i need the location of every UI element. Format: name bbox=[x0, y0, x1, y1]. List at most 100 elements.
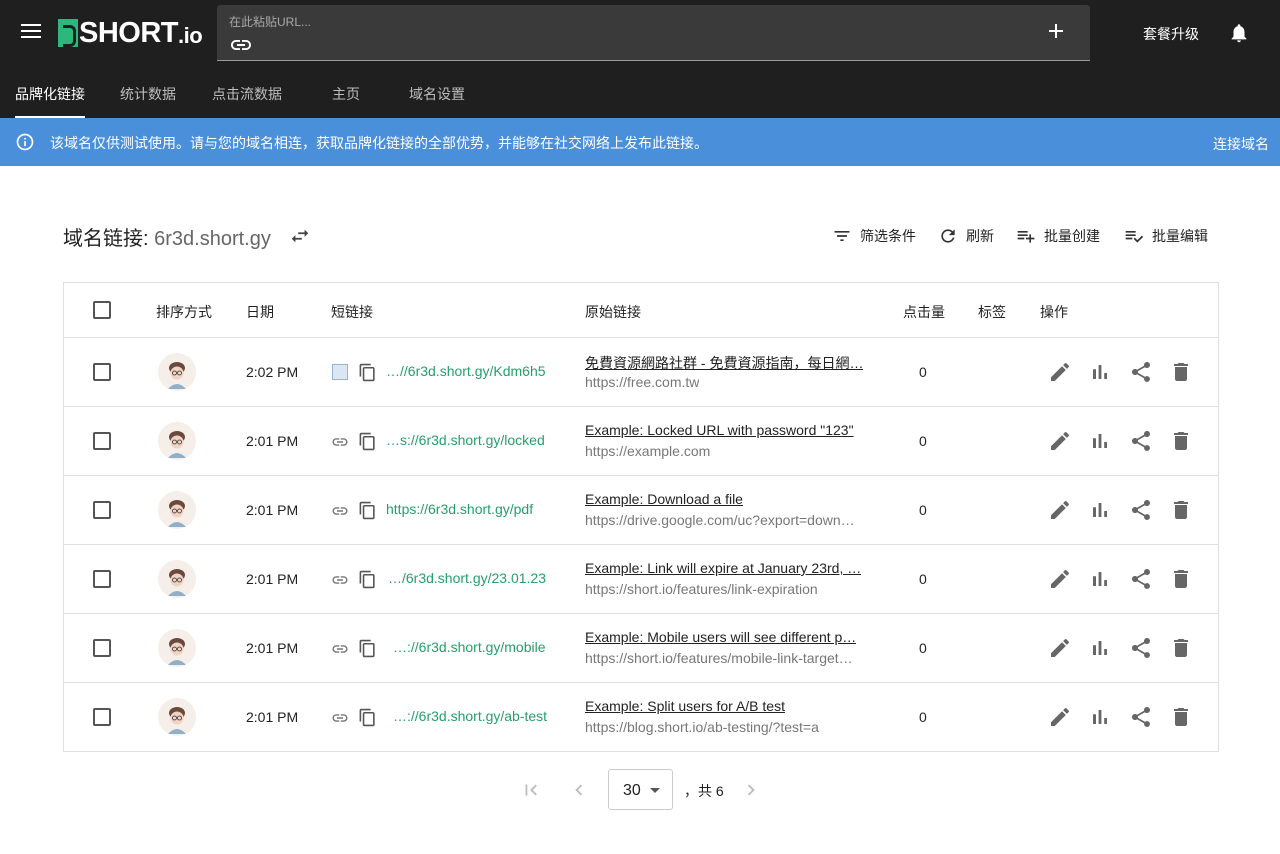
filter-label: 筛选条件 bbox=[860, 228, 916, 244]
playlist-add-icon bbox=[1017, 231, 1035, 243]
edit-icon[interactable] bbox=[1048, 636, 1072, 660]
delete-trash-icon[interactable] bbox=[1169, 705, 1193, 729]
short-link[interactable]: https://6r3d.short.gy/pdf bbox=[386, 501, 533, 517]
upgrade-plan-link[interactable]: 套餐升级 bbox=[1143, 24, 1199, 44]
bulk-edit-button[interactable]: 批量编辑 bbox=[1124, 226, 1208, 246]
stats-bar-chart-icon[interactable] bbox=[1088, 360, 1112, 384]
tab-domain-settings[interactable]: 域名设置 bbox=[409, 72, 465, 118]
domain-name: 6r3d.short.gy bbox=[154, 228, 271, 250]
url-input-placeholder: 在此粘贴URL... bbox=[229, 15, 312, 29]
edit-icon[interactable] bbox=[1048, 705, 1072, 729]
link-icon bbox=[332, 576, 348, 584]
row-date: 2:01 PM bbox=[246, 502, 299, 518]
copy-icon[interactable] bbox=[358, 639, 377, 658]
copy-icon[interactable] bbox=[358, 501, 377, 520]
copy-icon[interactable] bbox=[358, 432, 377, 451]
share-icon[interactable] bbox=[1129, 567, 1153, 591]
col-original-link: 原始链接 bbox=[585, 304, 641, 320]
original-link-title[interactable]: Example: Mobile users will see different… bbox=[585, 629, 856, 645]
tab-statistics[interactable]: 统计数据 bbox=[120, 72, 176, 118]
share-icon[interactable] bbox=[1129, 498, 1153, 522]
banner-text: 该域名仅供测试使用。请与您的域名相连，获取品牌化链接的全部优势，并能够在社交网络… bbox=[50, 135, 708, 151]
refresh-icon bbox=[941, 229, 955, 243]
swap-domain-icon[interactable] bbox=[289, 225, 311, 247]
short-io-logo[interactable]: SHORT .io bbox=[58, 16, 203, 50]
short-link[interactable]: …://6r3d.short.gy/ab-test bbox=[393, 708, 547, 724]
filter-icon bbox=[834, 231, 850, 241]
stats-bar-chart-icon[interactable] bbox=[1088, 429, 1112, 453]
delete-trash-icon[interactable] bbox=[1169, 636, 1193, 660]
original-link-title[interactable]: Example: Download a file bbox=[585, 491, 743, 507]
original-link-title[interactable]: Example: Split users for A/B test bbox=[585, 698, 785, 714]
add-link-icon[interactable] bbox=[1044, 19, 1068, 43]
connect-domain-link[interactable]: 连接域名 bbox=[1213, 134, 1269, 154]
row-date: 2:01 PM bbox=[246, 640, 299, 656]
col-actions: 操作 bbox=[1040, 304, 1068, 320]
col-short-link: 短链接 bbox=[331, 304, 373, 320]
copy-icon[interactable] bbox=[358, 708, 377, 727]
url-input[interactable]: 在此粘贴URL... bbox=[217, 5, 1090, 61]
row-checkbox[interactable] bbox=[93, 501, 111, 519]
notifications-bell-icon[interactable] bbox=[1228, 22, 1250, 44]
short-link[interactable]: …://6r3d.short.gy/mobile bbox=[393, 639, 546, 655]
tab-homepage[interactable]: 主页 bbox=[332, 72, 360, 118]
logo-text: SHORT bbox=[79, 16, 179, 49]
row-checkbox[interactable] bbox=[93, 570, 111, 588]
row-checkbox[interactable] bbox=[93, 363, 111, 381]
tab-branded-links[interactable]: 品牌化链接 bbox=[15, 72, 85, 118]
prev-page-icon[interactable] bbox=[568, 779, 590, 801]
tab-clickstream[interactable]: 点击流数据 bbox=[212, 72, 282, 118]
hamburger-menu-icon[interactable] bbox=[18, 20, 44, 46]
refresh-button[interactable]: 刷新 bbox=[938, 226, 994, 246]
edit-icon[interactable] bbox=[1048, 429, 1072, 453]
share-icon[interactable] bbox=[1129, 360, 1153, 384]
row-clicks: 0 bbox=[919, 571, 927, 587]
row-checkbox[interactable] bbox=[93, 639, 111, 657]
original-link-title[interactable]: 免費資源網路社群 - 免費資源指南，每日網… bbox=[585, 353, 863, 373]
stats-bar-chart-icon[interactable] bbox=[1088, 705, 1112, 729]
share-icon[interactable] bbox=[1129, 636, 1153, 660]
edit-icon[interactable] bbox=[1048, 360, 1072, 384]
col-date[interactable]: 日期 bbox=[246, 302, 274, 322]
stats-bar-chart-icon[interactable] bbox=[1088, 636, 1112, 660]
share-icon[interactable] bbox=[1129, 429, 1153, 453]
short-link[interactable]: …/6r3d.short.gy/23.01.23 bbox=[388, 570, 546, 586]
edit-icon[interactable] bbox=[1048, 498, 1072, 522]
bulk-create-button[interactable]: 批量创建 bbox=[1016, 226, 1100, 246]
short-link[interactable]: …//6r3d.short.gy/Kdm6h5 bbox=[386, 363, 546, 379]
link-icon bbox=[332, 438, 348, 446]
row-date: 2:01 PM bbox=[246, 571, 299, 587]
next-page-icon[interactable] bbox=[740, 779, 762, 801]
page-size-select[interactable]: 30 bbox=[608, 769, 673, 810]
filter-button[interactable]: 筛选条件 bbox=[832, 226, 916, 246]
col-clicks[interactable]: 点击量 bbox=[903, 302, 945, 322]
refresh-label: 刷新 bbox=[966, 228, 994, 244]
row-checkbox[interactable] bbox=[93, 432, 111, 450]
logo-mark-icon bbox=[58, 19, 78, 47]
select-all-checkbox[interactable] bbox=[93, 301, 111, 319]
stats-bar-chart-icon[interactable] bbox=[1088, 498, 1112, 522]
info-icon bbox=[16, 133, 34, 151]
link-icon bbox=[332, 714, 348, 722]
table-row: 2:01 PM …://6r3d.short.gy/ab-test Example:… bbox=[64, 683, 1218, 752]
logo-suffix: .io bbox=[178, 23, 203, 48]
short-link[interactable]: …s://6r3d.short.gy/locked bbox=[386, 432, 545, 448]
delete-trash-icon[interactable] bbox=[1169, 498, 1193, 522]
first-page-icon[interactable] bbox=[520, 779, 542, 801]
row-checkbox[interactable] bbox=[93, 708, 111, 726]
copy-icon[interactable] bbox=[358, 570, 377, 589]
row-date: 2:02 PM bbox=[246, 364, 299, 380]
copy-icon[interactable] bbox=[358, 363, 377, 382]
share-icon[interactable] bbox=[1129, 705, 1153, 729]
original-link-title[interactable]: Example: Locked URL with password "123" bbox=[585, 422, 854, 438]
col-sort[interactable]: 排序方式 bbox=[156, 302, 212, 322]
delete-trash-icon[interactable] bbox=[1169, 567, 1193, 591]
delete-trash-icon[interactable] bbox=[1169, 360, 1193, 384]
delete-trash-icon[interactable] bbox=[1169, 429, 1193, 453]
edit-icon[interactable] bbox=[1048, 567, 1072, 591]
original-link-title[interactable]: Example: Link will expire at January 23r… bbox=[585, 560, 861, 576]
original-link-url: https://blog.short.io/ab-testing/?test=a bbox=[585, 719, 819, 735]
dropdown-caret-icon bbox=[650, 788, 660, 793]
stats-bar-chart-icon[interactable] bbox=[1088, 567, 1112, 591]
links-table: 排序方式 日期 短链接 原始链接 点击量 标签 操作 2:02 PM …//6r3… bbox=[63, 282, 1219, 752]
